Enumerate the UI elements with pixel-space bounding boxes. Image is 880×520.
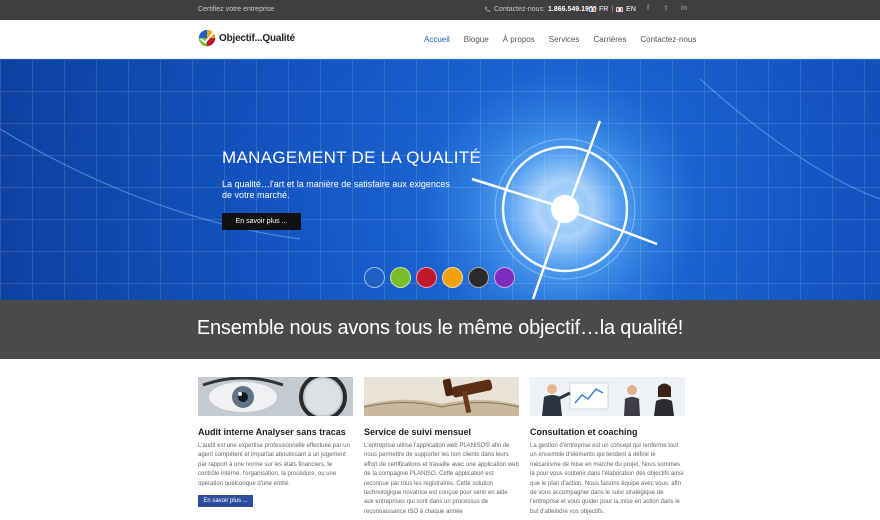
hero-learn-more-button[interactable]: En savoir plus ... <box>222 213 301 230</box>
slider-dot-3[interactable] <box>416 267 437 288</box>
logo[interactable]: Objectif...Qualité <box>198 29 295 47</box>
nav-blogue[interactable]: Blogue <box>464 35 489 48</box>
twitter-icon[interactable]: t <box>662 5 670 12</box>
hero-slider: MANAGEMENT DE LA QUALITÉ La qualité…l'ar… <box>0 59 880 300</box>
feature-audit-title: Audit interne Analyser sans tracas <box>198 427 346 437</box>
feature-consultation: Consultation et coaching La gestion d'en… <box>530 377 685 517</box>
tagline: Certifiez votre entreprise <box>198 6 275 13</box>
fr-flag-icon[interactable] <box>589 7 596 12</box>
facebook-icon[interactable]: f <box>644 5 652 12</box>
top-bar: Certifiez votre entreprise Contactez-nou… <box>0 0 880 20</box>
slogan-band: Ensemble nous avons tous le même objecti… <box>0 300 880 359</box>
slider-dot-4[interactable] <box>442 267 463 288</box>
nav-contactez-nous[interactable]: Contactez-nous <box>640 35 696 48</box>
hero-subtitle: La qualité…l'art et la manière de satisf… <box>222 179 450 200</box>
main-nav: Accueil Blogue À propos Services Carrièr… <box>424 35 710 48</box>
feature-audit: Audit interne Analyser sans tracas L'aud… <box>198 377 353 508</box>
contact-label: Contactez-nous: <box>494 6 545 13</box>
feature-audit-text: L'audit est une expertise professionnell… <box>198 443 350 487</box>
feature-suivi: Service de suivi mensuel L'entreprise ut… <box>364 377 519 517</box>
phone-icon <box>484 6 491 12</box>
feature-audit-more-button[interactable]: En savoir plus ... <box>198 495 253 508</box>
linkedin-icon[interactable]: in <box>680 5 688 12</box>
feature-suivi-text: L'entreprise utilise l'application web P… <box>364 443 519 515</box>
feature-consultation-text: La gestion d'entreprise est un concept q… <box>530 443 684 515</box>
nav-services[interactable]: Services <box>549 35 580 48</box>
business-meeting-image <box>530 377 685 416</box>
nav-a-propos[interactable]: À propos <box>503 35 535 48</box>
feature-consultation-title: Consultation et coaching <box>530 427 638 437</box>
slider-pagination <box>364 267 515 288</box>
hero-title: MANAGEMENT DE LA QUALITÉ <box>222 148 482 167</box>
language-switcher: FR | EN <box>589 6 636 13</box>
lang-en-link[interactable]: EN <box>626 6 636 13</box>
logo-mark-icon <box>198 29 216 47</box>
lang-fr-link[interactable]: FR <box>599 6 608 13</box>
ca-flag-icon[interactable] <box>616 7 624 12</box>
feature-suivi-title: Service de suivi mensuel <box>364 427 472 437</box>
logo-text: Objectif...Qualité <box>219 32 295 44</box>
eye-magnifier-image <box>198 377 353 416</box>
lang-separator: | <box>611 6 614 13</box>
slider-dot-5[interactable] <box>468 267 489 288</box>
slider-dot-6[interactable] <box>494 267 515 288</box>
contact-info: Contactez-nous: 1.866.549.1939 <box>484 6 597 13</box>
gavel-book-image <box>364 377 519 416</box>
slogan: Ensemble nous avons tous le même objecti… <box>196 317 684 339</box>
nav-accueil[interactable]: Accueil <box>424 35 450 48</box>
slider-dot-1[interactable] <box>364 267 385 288</box>
social-links: f t in <box>644 5 688 12</box>
nav-carrieres[interactable]: Carrières <box>593 35 626 48</box>
slider-dot-2[interactable] <box>390 267 411 288</box>
site-header: Objectif...Qualité Accueil Blogue À prop… <box>0 20 880 59</box>
